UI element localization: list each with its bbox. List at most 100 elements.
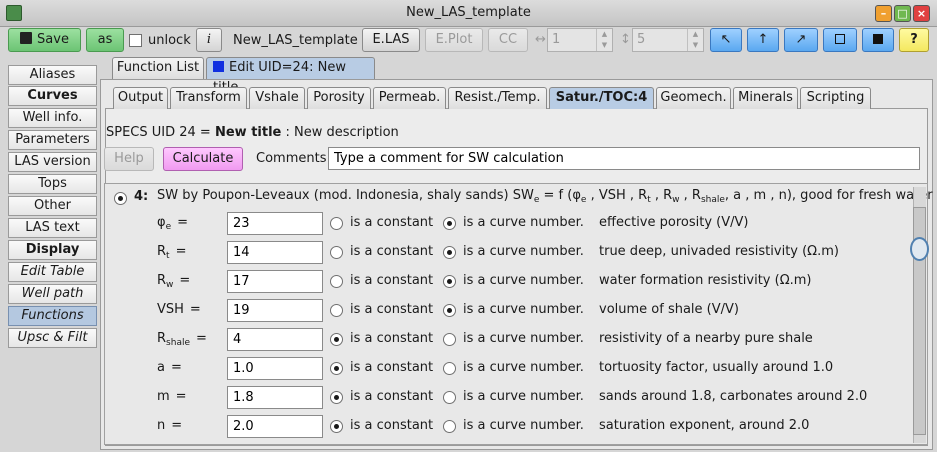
square-outline-icon [835,34,845,44]
spin-input-1[interactable]: 1 ▲ ▼ [547,28,613,52]
tab-porosity[interactable]: Porosity [307,87,371,109]
sidebar-item-las-version[interactable]: LAS version [8,152,97,172]
tab-vshale[interactable]: Vshale [249,87,305,109]
cc-button[interactable]: CC [488,28,528,52]
param-description: tortuosity factor, usually around 1.0 [599,360,834,375]
constant-radio[interactable] [330,333,343,346]
tab-minerals[interactable]: Minerals [733,87,798,109]
constant-radio[interactable] [330,362,343,375]
comments-input[interactable] [328,147,920,170]
constant-radio[interactable] [330,217,343,230]
param-value-input[interactable] [227,270,323,293]
method-radio[interactable] [114,192,127,205]
constant-label: is a constant [350,418,434,433]
param-label: Rw = [157,273,191,290]
close-icon[interactable]: × [913,5,930,22]
calculate-button[interactable]: Calculate [163,147,243,171]
help-question-button[interactable]: ? [899,28,929,52]
sidebar-item-display[interactable]: Display [8,240,97,260]
square-filled-icon [873,34,883,44]
curve-radio[interactable] [443,420,456,433]
curve-label: is a curve number. [463,389,584,404]
sidebar-item-upsc-filt[interactable]: Upsc & Filt [8,328,97,348]
tab-satur-toc[interactable]: Satur./TOC:4 [549,87,654,109]
title-bar: New_LAS_template – □ × [0,0,937,27]
param-value-input[interactable] [227,328,323,351]
sidebar-item-well-path[interactable]: Well path [8,284,97,304]
param-description: true deep, univaded resistivity (Ω.m) [599,244,839,259]
curve-radio[interactable] [443,246,456,259]
save-button[interactable]: Save [8,28,81,52]
constant-label: is a constant [350,331,434,346]
param-value-input[interactable] [227,357,323,380]
specs-line: SPECS UID 24 = New title : New descripti… [106,125,399,140]
constant-radio[interactable] [330,391,343,404]
tab-edit-uid[interactable]: Edit UID=24: New title [206,57,375,95]
curve-label: is a curve number. [463,302,584,317]
arrow-up-icon: ↑ [757,32,769,47]
window-title: New_LAS_template [406,5,531,20]
curve-radio[interactable] [443,333,456,346]
tab-transform[interactable]: Transform [170,87,247,109]
sidebar-item-tops[interactable]: Tops [8,174,97,194]
tab-resist-temp[interactable]: Resist./Temp. [448,87,547,109]
curve-radio[interactable] [443,362,456,375]
sidebar-item-las-text[interactable]: LAS text [8,218,97,238]
tab-permeab[interactable]: Permeab. [373,87,446,109]
spin-arrows-icon[interactable]: ▲ ▼ [596,29,612,51]
param-value-input[interactable] [227,415,323,438]
sidebar-item-other[interactable]: Other [8,196,97,216]
maximize-icon[interactable]: □ [894,5,911,22]
tab-geomech[interactable]: Geomech. [656,87,731,109]
constant-radio[interactable] [330,275,343,288]
constant-radio[interactable] [330,304,343,317]
unlock-checkbox[interactable] [129,34,142,47]
curve-label: is a curve number. [463,244,584,259]
method-number: 4: [134,189,149,204]
param-label: a = [157,360,182,375]
sidebar-item-functions[interactable]: Functions [8,306,97,326]
param-label: n = [157,418,183,433]
param-label: m = [157,389,187,404]
sidebar-item-parameters[interactable]: Parameters [8,130,97,150]
param-value-input[interactable] [227,212,323,235]
constant-label: is a constant [350,215,434,230]
tab-function-list[interactable]: Function List [112,57,204,79]
horizontal-resize-icon: ↔ [535,32,546,47]
elas-button[interactable]: E.LAS [362,28,420,52]
minimize-icon[interactable]: – [875,5,892,22]
curve-label: is a curve number. [463,360,584,375]
sidebar-item-aliases[interactable]: Aliases [8,65,97,85]
param-value-input[interactable] [227,241,323,264]
eplot-button[interactable]: E.Plot [425,28,483,52]
arrow-up-button[interactable]: ↑ [747,28,779,52]
scroll-knob[interactable] [910,237,929,261]
constant-label: is a constant [350,244,434,259]
param-value-input[interactable] [227,299,323,322]
arrow-up-right-button[interactable]: ↗ [784,28,818,52]
info-button[interactable]: i [196,28,222,52]
comments-label: Comments: [256,151,331,166]
square-outline-button[interactable] [823,28,857,52]
square-filled-button[interactable] [862,28,894,52]
constant-radio[interactable] [330,420,343,433]
spin-arrows-icon[interactable]: ▲ ▼ [687,29,703,51]
curve-radio[interactable] [443,275,456,288]
curve-radio[interactable] [443,391,456,404]
tab-scripting[interactable]: Scripting [800,87,871,109]
sidebar-item-curves[interactable]: Curves [8,86,97,106]
sidebar-item-well-info[interactable]: Well info. [8,108,97,128]
arrow-up-left-button[interactable]: ↖ [710,28,742,52]
curve-label: is a curve number. [463,215,584,230]
curve-radio[interactable] [443,217,456,230]
tab-output[interactable]: Output [113,87,168,109]
constant-label: is a constant [350,360,434,375]
constant-radio[interactable] [330,246,343,259]
sidebar-item-edit-table[interactable]: Edit Table [8,262,97,282]
param-value-input[interactable] [227,386,323,409]
curve-label: is a curve number. [463,418,584,433]
spin-input-2[interactable]: 5 ▲ ▼ [632,28,704,52]
help-button[interactable]: Help [104,147,154,171]
curve-radio[interactable] [443,304,456,317]
save-as-button[interactable]: as [86,28,124,52]
